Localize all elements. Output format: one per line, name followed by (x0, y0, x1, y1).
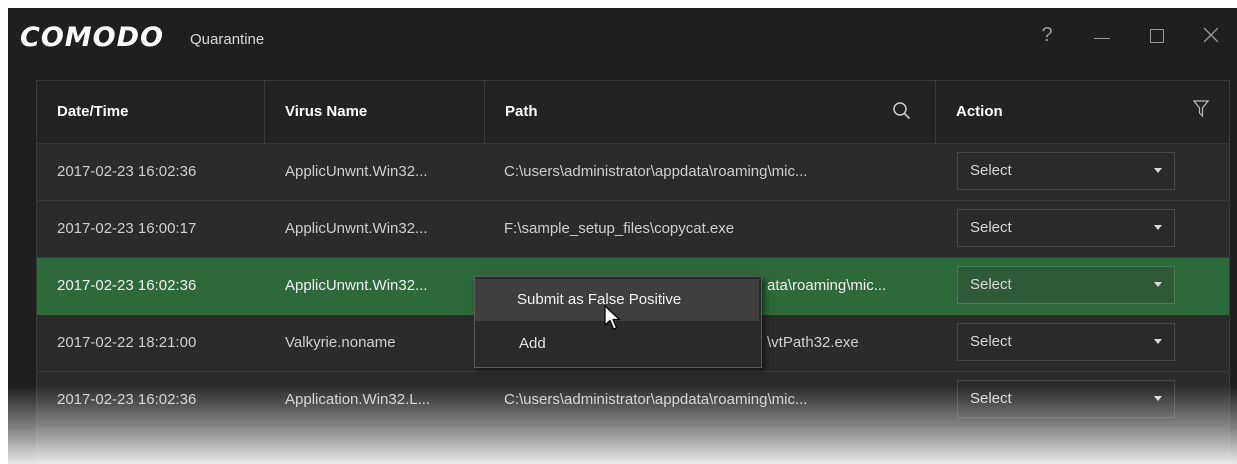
chevron-down-icon (1154, 225, 1162, 230)
row-path: \vtPath32.exe (767, 334, 859, 351)
column-header-path[interactable]: Path (485, 81, 935, 143)
menu-item-add[interactable]: Add (475, 323, 759, 365)
row-date: 2017-02-23 16:02:36 (57, 163, 197, 180)
row-virus-name: ApplicUnwnt.Win32... (285, 163, 428, 180)
menu-item-submit-false-positive[interactable]: Submit as False Positive (475, 279, 759, 321)
chevron-down-icon (1154, 339, 1162, 344)
row-date: 2017-02-23 16:02:36 (57, 277, 197, 294)
quarantine-window: COMODO Quarantine ? Date/Time Virus Name… (8, 8, 1237, 464)
action-select[interactable]: Select (957, 209, 1175, 247)
table-row[interactable]: 2017-02-23 16:00:17 ApplicUnwnt.Win32...… (37, 201, 1229, 258)
title-bar: COMODO Quarantine ? (8, 8, 1237, 66)
search-icon[interactable] (892, 101, 912, 121)
row-date: 2017-02-23 16:00:17 (57, 220, 197, 237)
chevron-down-icon (1154, 168, 1162, 173)
row-virus-name: Valkyrie.noname (285, 334, 396, 351)
comodo-logo: COMODO (20, 22, 164, 53)
column-header-virus-name[interactable]: Virus Name (265, 81, 484, 143)
row-path: C:\users\administrator\appdata\roaming\m… (504, 391, 808, 408)
row-date: 2017-02-23 16:02:36 (57, 391, 197, 408)
row-path: ata\roaming\mic... (767, 277, 887, 294)
row-virus-name: ApplicUnwnt.Win32... (285, 277, 428, 294)
minimize-button[interactable] (1085, 20, 1119, 50)
action-select-value: Select (970, 162, 1012, 179)
column-header-action[interactable]: Action (936, 81, 1196, 143)
action-select-value: Select (970, 333, 1012, 350)
action-select[interactable]: Select (957, 152, 1175, 190)
row-virus-name: ApplicUnwnt.Win32... (285, 220, 428, 237)
help-button[interactable]: ? (1030, 20, 1064, 50)
table-header: Date/Time Virus Name Path Action (37, 81, 1229, 144)
close-button[interactable] (1194, 20, 1228, 50)
row-date: 2017-02-22 18:21:00 (57, 334, 197, 351)
table-row[interactable]: 2017-02-23 16:02:36 Application.Win32.L.… (37, 372, 1229, 429)
quarantine-table: Date/Time Virus Name Path Action 2017-02… (36, 80, 1230, 464)
chevron-down-icon (1154, 282, 1162, 287)
action-select[interactable]: Select (957, 380, 1175, 418)
action-select[interactable]: Select (957, 266, 1175, 304)
filter-icon[interactable] (1193, 100, 1209, 118)
row-virus-name: Application.Win32.L... (285, 391, 431, 408)
table-row[interactable]: 2017-02-23 16:02:36 ApplicUnwnt.Win32...… (37, 144, 1229, 201)
context-menu: Submit as False Positive Add (474, 276, 762, 368)
column-header-date[interactable]: Date/Time (37, 81, 264, 143)
row-path: F:\sample_setup_files\copycat.exe (504, 220, 735, 237)
action-select-value: Select (970, 219, 1012, 236)
action-select-value: Select (970, 276, 1012, 293)
chevron-down-icon (1154, 396, 1162, 401)
maximize-button[interactable] (1139, 20, 1173, 50)
window-title: Quarantine (190, 31, 265, 48)
close-icon (1203, 27, 1219, 43)
action-select[interactable]: Select (957, 323, 1175, 361)
action-select-value: Select (970, 390, 1012, 407)
row-path: C:\users\administrator\appdata\roaming\m… (504, 163, 808, 180)
